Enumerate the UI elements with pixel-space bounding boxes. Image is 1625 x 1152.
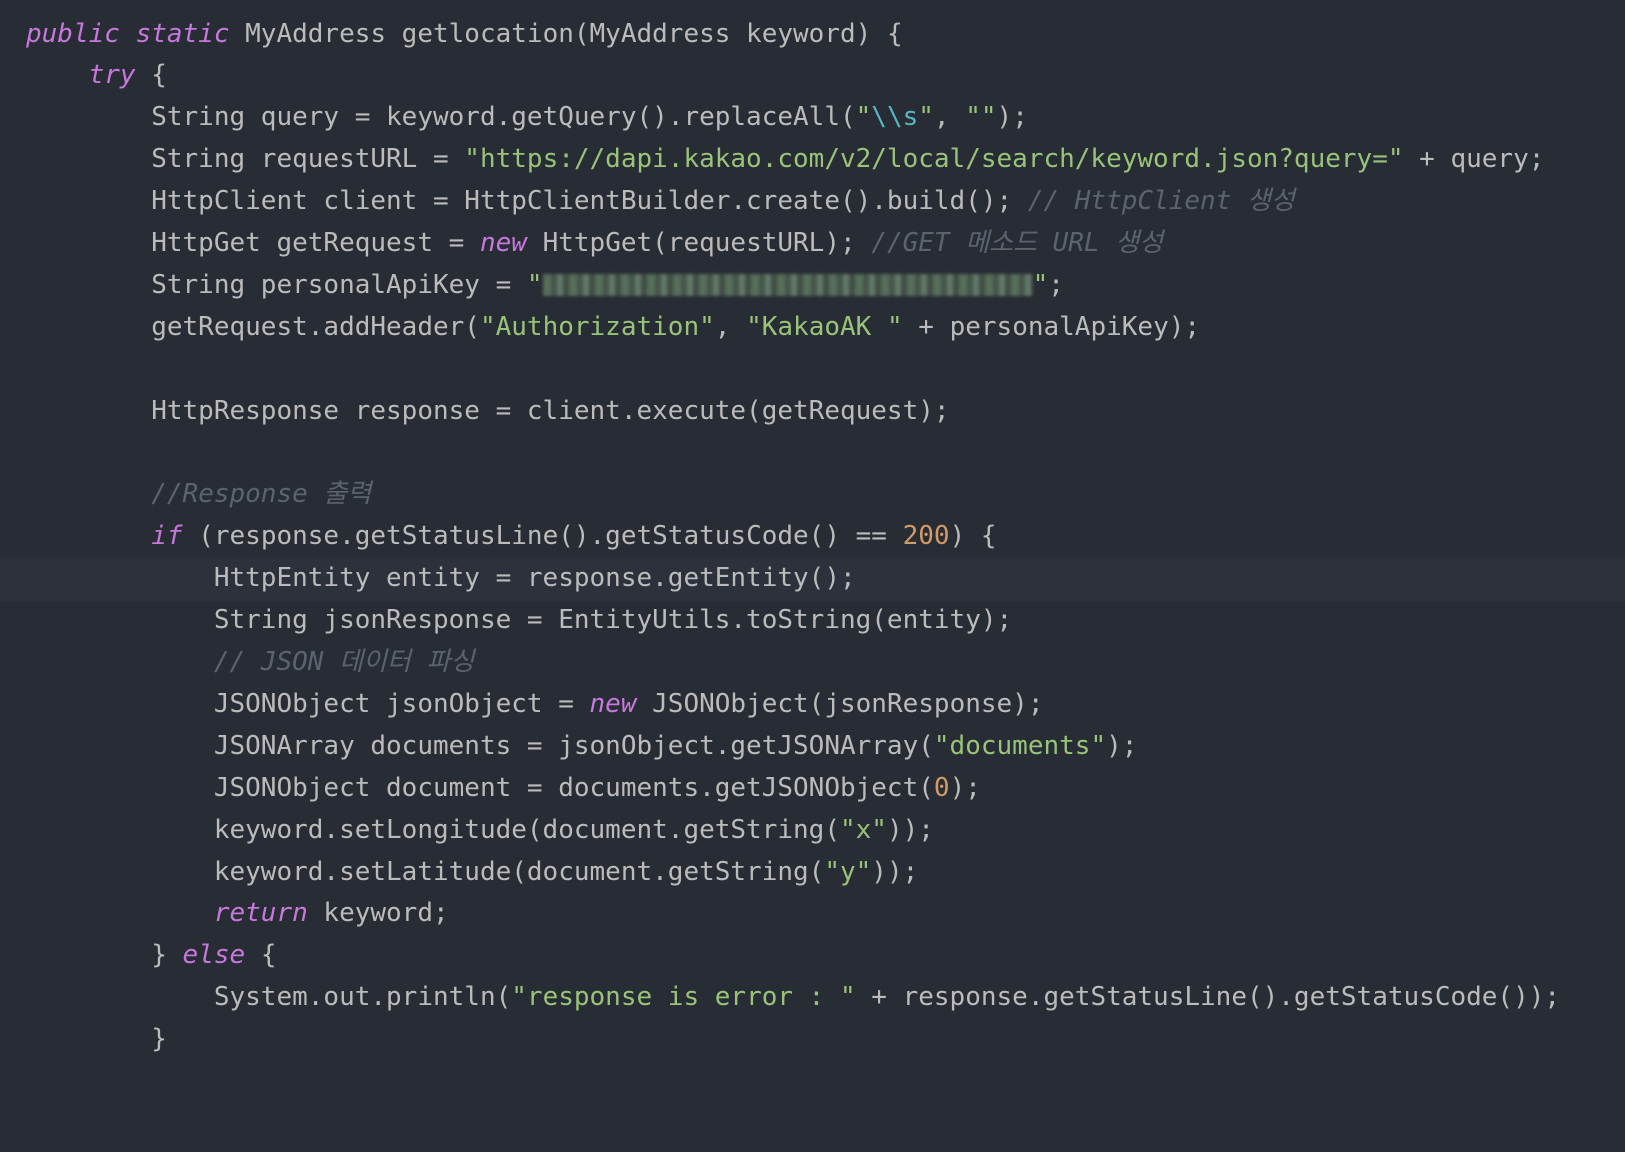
code-token: HttpClient client = HttpClientBuilder.cr…: [26, 186, 1028, 217]
string-token: "": [965, 102, 997, 133]
code-token: HttpEntity entity = response.getEntity()…: [26, 563, 856, 594]
string-token: "y": [824, 856, 872, 887]
code-line[interactable]: } else {: [0, 934, 1625, 978]
code-token: getRequest.addHeader(: [26, 311, 480, 342]
string-token: "x": [839, 814, 887, 845]
code-token: JSONArray documents = jsonObject.getJSON…: [26, 730, 934, 761]
code-line[interactable]: JSONArray documents = jsonObject.getJSON…: [0, 725, 1625, 769]
code-line[interactable]: getRequest.addHeader("Authorization", "K…: [0, 306, 1625, 350]
code-line[interactable]: String query = keyword.getQuery().replac…: [0, 96, 1625, 140]
code-token: ,: [933, 102, 966, 133]
string-token: ": [855, 102, 872, 133]
code-line[interactable]: }: [0, 1018, 1625, 1062]
code-token: HttpGet(requestURL);: [526, 228, 872, 258]
code-token: );: [1106, 730, 1138, 761]
code-token: (response.getStatusLine().getStatusCode(…: [182, 521, 903, 552]
string-token: "KakaoAK ": [746, 311, 903, 342]
code-token: ));: [871, 856, 919, 887]
keyword-token: else: [182, 940, 246, 971]
code-token: + query;: [1403, 144, 1545, 175]
code-token: keyword.setLatitude(document.getString(: [26, 856, 825, 887]
code-line[interactable]: JSONObject jsonObject = new JSONObject(j…: [0, 683, 1625, 727]
code-token: String query = keyword.getQuery().replac…: [26, 102, 856, 133]
code-line[interactable]: HttpClient client = HttpClientBuilder.cr…: [0, 180, 1625, 224]
code-token: String jsonResponse = EntityUtils.toStri…: [26, 605, 1013, 636]
code-token: ;: [1048, 269, 1064, 300]
code-token: keyword.setLongitude(document.getString(: [26, 814, 840, 845]
code-token: {: [135, 60, 167, 91]
code-token: JSONObject document = documents.getJSONO…: [26, 772, 934, 803]
string-token: "response is error : ": [511, 982, 856, 1013]
number-token: 200: [902, 521, 950, 552]
code-editor[interactable]: public static MyAddress getlocation(MyAd…: [0, 0, 1625, 1152]
code-token: String personalApiKey =: [26, 269, 527, 300]
code-line[interactable]: HttpEntity entity = response.getEntity()…: [0, 557, 1625, 601]
keyword-token: try: [88, 60, 136, 91]
code-line[interactable]: System.out.println("response is error : …: [0, 976, 1625, 1020]
keyword-token: return: [213, 898, 308, 929]
code-token: JSONObject jsonObject =: [26, 688, 590, 719]
code-line[interactable]: String jsonResponse = EntityUtils.toStri…: [0, 599, 1625, 643]
string-token: "documents": [933, 730, 1107, 761]
code-line[interactable]: // JSON 데이터 파싱: [0, 641, 1625, 685]
code-line[interactable]: [0, 432, 1625, 476]
code-token: + response.getStatusLine().getStatusCode…: [855, 982, 1561, 1013]
code-line[interactable]: keyword.setLatitude(document.getString("…: [0, 851, 1625, 895]
escape-token: \\s: [871, 102, 919, 133]
code-token: HttpResponse response = client.execute(g…: [26, 395, 950, 426]
code-token: HttpGet getRequest =: [26, 228, 480, 258]
code-line[interactable]: //Response 출력: [0, 473, 1625, 517]
code-line[interactable]: JSONObject document = documents.getJSONO…: [0, 767, 1625, 811]
code-line[interactable]: String requestURL = "https://dapi.kakao.…: [0, 138, 1625, 182]
comment-token: //GET 메소드 URL 생성: [871, 228, 1164, 258]
code-line[interactable]: [0, 348, 1625, 392]
keyword-token: new: [589, 688, 637, 719]
code-token: );: [996, 102, 1028, 133]
string-token: ": [918, 102, 934, 133]
code-token: String requestURL =: [26, 144, 465, 175]
keyword-token: new: [479, 228, 527, 258]
code-line[interactable]: return keyword;: [0, 892, 1625, 936]
code-token: );: [949, 772, 981, 803]
code-line[interactable]: try {: [0, 54, 1625, 98]
code-token: ,: [714, 311, 747, 342]
code-token: MyAddress getlocation(MyAddress keyword)…: [229, 18, 903, 49]
keyword-token: if: [151, 521, 183, 552]
comment-token: // HttpClient 생성: [1027, 186, 1295, 217]
code-line[interactable]: String personalApiKey = " ";: [0, 264, 1625, 308]
code-line[interactable]: HttpResponse response = client.execute(g…: [0, 390, 1625, 434]
code-line[interactable]: if (response.getStatusLine().getStatusCo…: [0, 515, 1625, 559]
code-token: }: [26, 1024, 167, 1055]
code-token: ) {: [949, 521, 997, 552]
comment-token: // JSON 데이터 파싱: [213, 647, 475, 677]
number-token: 0: [933, 772, 950, 803]
code-line[interactable]: keyword.setLongitude(document.getString(…: [0, 809, 1625, 853]
code-line[interactable]: public static MyAddress getlocation(MyAd…: [0, 13, 1625, 57]
code-token: }: [26, 940, 183, 971]
code-line[interactable]: HttpGet getRequest = new HttpGet(request…: [0, 222, 1625, 266]
string-token: ": [526, 269, 543, 300]
string-token: "https://dapi.kakao.com/v2/local/search/…: [464, 144, 1404, 175]
code-token: keyword;: [307, 898, 449, 929]
code-token: System.out.println(: [26, 982, 512, 1013]
code-token: + personalApiKey);: [902, 311, 1201, 342]
string-token: ": [1032, 269, 1049, 300]
string-token: "Authorization": [479, 311, 715, 342]
code-token: JSONObject(jsonResponse);: [636, 688, 1044, 719]
code-token: ));: [886, 814, 934, 845]
keyword-token: public static: [26, 18, 230, 49]
code-token: {: [245, 940, 277, 971]
redacted-api-key: [542, 274, 1033, 297]
comment-token: //Response 출력: [151, 479, 372, 510]
